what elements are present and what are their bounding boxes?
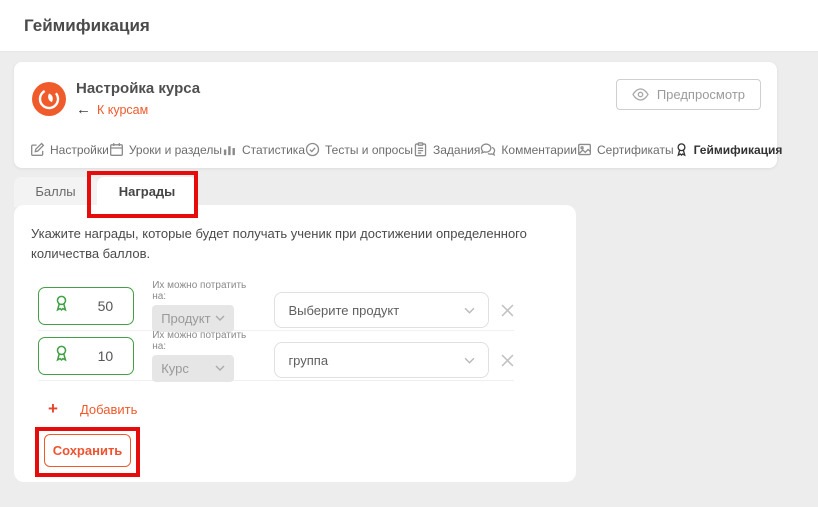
plus-icon: + — [48, 399, 58, 419]
remove-row-icon[interactable] — [501, 304, 514, 317]
tab-gamification[interactable]: Геймификация — [674, 142, 783, 157]
points-input[interactable]: 50 — [38, 287, 134, 325]
rewards-description: Укажите награды, которые будет получать … — [31, 224, 571, 264]
chevron-down-icon — [215, 315, 225, 321]
spend-type-select[interactable]: Продукт — [152, 305, 234, 332]
tab-label: Статистика — [242, 143, 305, 157]
save-button[interactable]: Сохранить — [44, 434, 131, 467]
medal-icon — [674, 142, 689, 157]
reward-target-value: группа — [288, 353, 328, 368]
spend-type-value: Продукт — [161, 311, 210, 326]
points-value: 50 — [98, 298, 114, 314]
bar-chart-icon — [222, 142, 237, 157]
tab-tests[interactable]: Тесты и опросы — [305, 142, 413, 157]
page-header: Геймификация — [0, 0, 818, 52]
remove-row-icon[interactable] — [501, 354, 514, 367]
spend-type-select[interactable]: Курс — [152, 355, 234, 382]
eye-icon — [632, 88, 649, 101]
course-title: Настройка курса — [76, 80, 200, 97]
preview-button[interactable]: Предпросмотр — [616, 79, 761, 110]
points-value: 10 — [98, 348, 114, 364]
edit-icon — [30, 142, 45, 157]
check-circle-icon — [305, 142, 320, 157]
reward-target-select[interactable]: Выберите продукт — [274, 292, 489, 328]
page-title: Геймификация — [24, 0, 150, 52]
tab-label: Комментарии — [501, 143, 577, 157]
course-logo-icon — [32, 82, 66, 116]
tab-label: Настройки — [50, 143, 109, 157]
chevron-down-icon — [464, 307, 475, 314]
spend-label: Их можно потратить на: — [152, 330, 254, 352]
tab-label: Задания — [433, 143, 480, 157]
tab-statistics[interactable]: Статистика — [222, 142, 305, 157]
calendar-icon — [109, 142, 124, 157]
reward-target-value: Выберите продукт — [288, 303, 399, 318]
clipboard-icon — [413, 142, 428, 157]
points-input[interactable]: 10 — [38, 337, 134, 375]
spend-label: Их можно потратить на: — [152, 280, 254, 302]
gamification-page: Геймификация Настройка курса ← К курсам … — [0, 0, 818, 507]
tab-label: Геймификация — [694, 143, 783, 157]
reward-target-select[interactable]: группа — [274, 342, 489, 378]
tab-lessons[interactable]: Уроки и разделы — [109, 142, 222, 157]
certificate-icon — [577, 142, 592, 157]
comments-icon — [480, 142, 496, 157]
chevron-down-icon — [464, 357, 475, 364]
reward-row: 50 Их можно потратить на: Продукт Выбери… — [38, 281, 514, 331]
add-reward-link[interactable]: + Добавить — [48, 399, 137, 419]
tab-label: Уроки и разделы — [129, 143, 222, 157]
reward-row: 10 Их можно потратить на: Курс группа — [38, 331, 514, 381]
medal-icon — [39, 344, 71, 368]
tab-assignments[interactable]: Задания — [413, 142, 480, 157]
subtab-points[interactable]: Баллы — [14, 177, 97, 207]
tab-settings[interactable]: Настройки — [30, 142, 109, 157]
course-settings-card: Настройка курса ← К курсам Предпросмотр … — [14, 62, 777, 168]
arrow-left-icon: ← — [76, 104, 91, 116]
tab-label: Сертификаты — [597, 143, 674, 157]
back-to-courses-link[interactable]: ← К курсам — [76, 103, 148, 117]
subtab-rewards[interactable]: Награды — [97, 177, 197, 208]
medal-icon — [39, 294, 71, 318]
spend-column: Их можно потратить на: Продукт — [152, 280, 254, 332]
tab-comments[interactable]: Комментарии — [480, 142, 577, 157]
course-tab-nav: Настройки Уроки и разделы Статистика Тес… — [30, 142, 767, 157]
spend-type-value: Курс — [161, 361, 189, 376]
reward-rows: 50 Их можно потратить на: Продукт Выбери… — [38, 281, 514, 381]
back-link-label: К курсам — [97, 103, 148, 117]
add-reward-label: Добавить — [80, 402, 137, 417]
tab-label: Тесты и опросы — [325, 143, 413, 157]
chevron-down-icon — [215, 365, 225, 371]
rewards-panel: Укажите награды, которые будет получать … — [14, 205, 576, 482]
tab-certificates[interactable]: Сертификаты — [577, 142, 674, 157]
spend-column: Их можно потратить на: Курс — [152, 330, 254, 382]
preview-button-label: Предпросмотр — [657, 87, 745, 102]
